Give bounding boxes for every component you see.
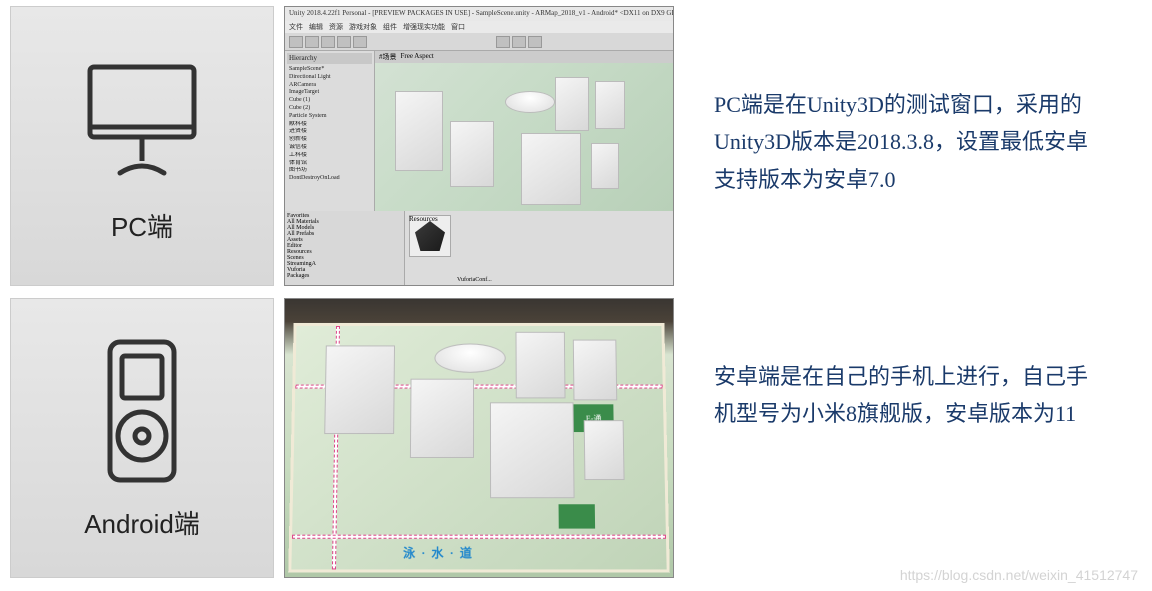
ar-map-frame: E-通 泳·水·道	[288, 323, 670, 572]
rect-tool-button[interactable]	[353, 36, 367, 48]
menu-item[interactable]: 增强现实功能	[403, 22, 445, 32]
hierarchy-item[interactable]: Particle System	[287, 113, 372, 121]
pause-button[interactable]	[512, 36, 526, 48]
hierarchy-item[interactable]: Cube (1)	[287, 97, 372, 105]
hierarchy-item[interactable]: SampleScene*	[287, 66, 372, 74]
unity-screenshot: Unity 2018.4.22f1 Personal - [PREVIEW PA…	[284, 6, 674, 286]
scale-tool-button[interactable]	[337, 36, 351, 48]
hierarchy-item[interactable]: Cube (2)	[287, 105, 372, 113]
menu-item[interactable]: 组件	[383, 22, 397, 32]
unity-menubar: 文件 编辑 资源 游戏对象 组件 增强现实功能 窗口	[285, 21, 673, 33]
hierarchy-item[interactable]: 创新楼	[287, 136, 372, 144]
building-cube	[595, 81, 625, 129]
project-item[interactable]: Packages	[287, 273, 402, 279]
unity-project-area: Favorites All Materials All Models All P…	[285, 211, 673, 286]
row-android: Android端 E-通 泳·水·道 安卓端是在自己的手机上进行，自己手机型号	[0, 292, 1152, 584]
ar-building	[584, 420, 625, 480]
vuforia-icon	[415, 221, 445, 251]
step-button[interactable]	[528, 36, 542, 48]
assets-panel[interactable]: Resources VuforiaConf...	[405, 211, 673, 286]
ar-building	[324, 345, 395, 434]
building-cube	[521, 133, 581, 205]
play-button[interactable]	[496, 36, 510, 48]
hand-tool-button[interactable]	[289, 36, 303, 48]
hierarchy-panel[interactable]: Hierarchy SampleScene* Directional Light…	[285, 51, 375, 211]
hierarchy-item[interactable]: DontDestroyOnLoad	[287, 175, 372, 183]
asset-folder-label: Resources	[409, 215, 438, 223]
hierarchy-item[interactable]: 工科楼	[287, 152, 372, 160]
asset-label: VuforiaConf...	[457, 277, 492, 283]
aspect-dropdown[interactable]: Free Aspect	[401, 52, 434, 62]
ar-building	[516, 332, 566, 399]
android-description: 安卓端是在自己的手机上进行，自己手机型号为小米8旗舰版，安卓版本为11	[684, 298, 1142, 578]
menu-item[interactable]: 窗口	[451, 22, 465, 32]
pc-label: PC端	[111, 207, 173, 244]
android-icon-box: Android端	[10, 298, 274, 578]
android-photo: E-通 泳·水·道	[285, 299, 673, 577]
hierarchy-tab[interactable]: Hierarchy	[287, 53, 372, 64]
scene-tab[interactable]: #场景	[379, 52, 397, 62]
watermark: https://blog.csdn.net/weixin_41512747	[900, 567, 1138, 583]
hierarchy-item[interactable]: 献科楼	[287, 121, 372, 129]
android-label: Android端	[84, 504, 200, 541]
row-pc: PC端 Unity 2018.4.22f1 Personal - [PREVIE…	[0, 0, 1152, 292]
rotate-tool-button[interactable]	[321, 36, 335, 48]
unity-titlebar: Unity 2018.4.22f1 Personal - [PREVIEW PA…	[285, 7, 673, 21]
android-screenshot: E-通 泳·水·道	[284, 298, 674, 578]
scene-tabs: #场景 Free Aspect	[375, 51, 673, 63]
menu-item[interactable]: 资源	[329, 22, 343, 32]
ipod-icon	[82, 336, 202, 486]
hierarchy-item[interactable]: Directional Light	[287, 74, 372, 82]
hierarchy-item[interactable]: 体育馆	[287, 160, 372, 168]
map-bottom-text: 泳·水·道	[403, 544, 478, 561]
scene-view[interactable]: #场景 Free Aspect	[375, 51, 673, 211]
building-cube	[591, 143, 619, 189]
unity-body: Hierarchy SampleScene* Directional Light…	[285, 51, 673, 211]
building-cylinder	[505, 91, 555, 113]
building-cube	[450, 121, 494, 187]
ar-building	[573, 340, 617, 401]
monitor-icon	[72, 49, 212, 189]
menu-item[interactable]: 编辑	[309, 22, 323, 32]
unity-toolbar	[285, 33, 673, 51]
hierarchy-item[interactable]: 进贤楼	[287, 128, 372, 136]
ar-building	[410, 379, 474, 458]
menu-item[interactable]: 文件	[289, 22, 303, 32]
map-green-block	[559, 504, 596, 528]
project-panel[interactable]: Favorites All Materials All Models All P…	[285, 211, 405, 286]
hierarchy-item[interactable]: ARCamera	[287, 82, 372, 90]
pc-description: PC端是在Unity3D的测试窗口，采用的Unity3D版本是2018.3.8，…	[684, 6, 1142, 286]
building-cube	[555, 77, 589, 131]
move-tool-button[interactable]	[305, 36, 319, 48]
menu-item[interactable]: 游戏对象	[349, 22, 377, 32]
ar-building	[490, 402, 575, 498]
pc-icon-box: PC端	[10, 6, 274, 286]
ar-cylinder	[434, 343, 505, 372]
hierarchy-item[interactable]: 图书坊	[287, 167, 372, 175]
hierarchy-item[interactable]: ImageTarget	[287, 89, 372, 97]
building-cube	[395, 91, 443, 171]
hierarchy-item[interactable]: 诚信楼	[287, 144, 372, 152]
